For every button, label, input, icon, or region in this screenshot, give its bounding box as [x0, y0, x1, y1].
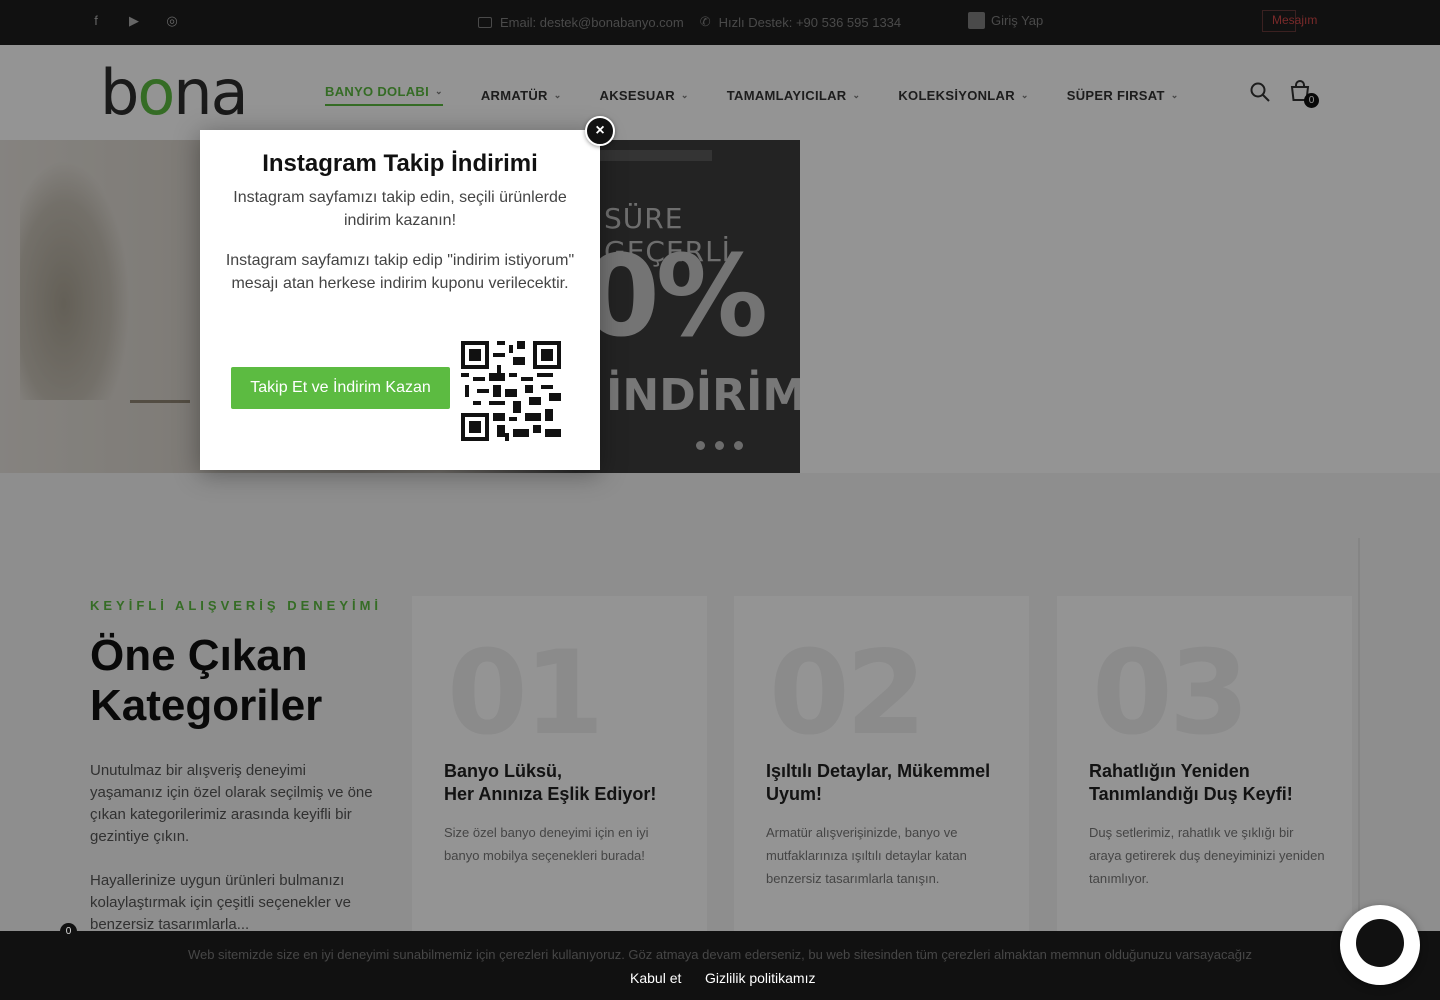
user-icon: [968, 12, 985, 29]
instagram-icon[interactable]: ◎: [164, 13, 180, 29]
notification-count: 0: [60, 923, 77, 940]
mail-icon: [478, 16, 492, 28]
instagram-modal: × Instagram Takip İndirimi Instagram say…: [200, 116, 615, 470]
modal-subtitle: Instagram sayfamızı takip edin, seçili ü…: [233, 189, 567, 229]
accept-cookies-link[interactable]: Kabul et: [630, 970, 681, 986]
privacy-policy-link[interactable]: Gizlilik politikamız: [705, 970, 815, 986]
email-text: Email: destek@bonabanyo.com: [500, 14, 684, 30]
message-label[interactable]: Mesajım: [1272, 13, 1317, 27]
qr-code-icon[interactable]: [461, 341, 561, 441]
phone-icon: ✆: [699, 14, 711, 29]
facebook-icon[interactable]: f: [88, 13, 104, 29]
phone-link[interactable]: ✆ Hızlı Destek: +90 536 595 1334: [700, 14, 901, 30]
phone-icon: [1356, 919, 1404, 967]
login-label: Giriş Yap: [991, 13, 1044, 28]
youtube-icon[interactable]: ▶: [126, 13, 142, 29]
cookie-banner: 0 Web sitemizde size en iyi deneyimi sun…: [0, 923, 1440, 1000]
close-icon[interactable]: ×: [585, 116, 615, 146]
email-link[interactable]: Email: destek@bonabanyo.com: [478, 14, 684, 30]
contact-info: Email: destek@bonabanyo.com ✆ Hızlı Dest…: [478, 14, 901, 30]
phone-text: Hızlı Destek: +90 536 595 1334: [718, 14, 902, 30]
login-link[interactable]: Giriş Yap: [968, 12, 1043, 29]
social-links: f ▶ ◎: [88, 13, 180, 29]
top-bar: f ▶ ◎ Email: destek@bonabanyo.com ✆ Hızl…: [0, 0, 1440, 45]
whatsapp-button[interactable]: [1340, 905, 1420, 985]
follow-discount-button[interactable]: Takip Et ve İndirim Kazan: [231, 367, 450, 409]
modal-body: Instagram sayfamızı takip edip "indirim …: [225, 252, 575, 292]
modal-title: Instagram Takip İndirimi: [262, 150, 538, 177]
cookie-text: Web sitemizde size en iyi deneyimi sunab…: [187, 947, 1253, 962]
